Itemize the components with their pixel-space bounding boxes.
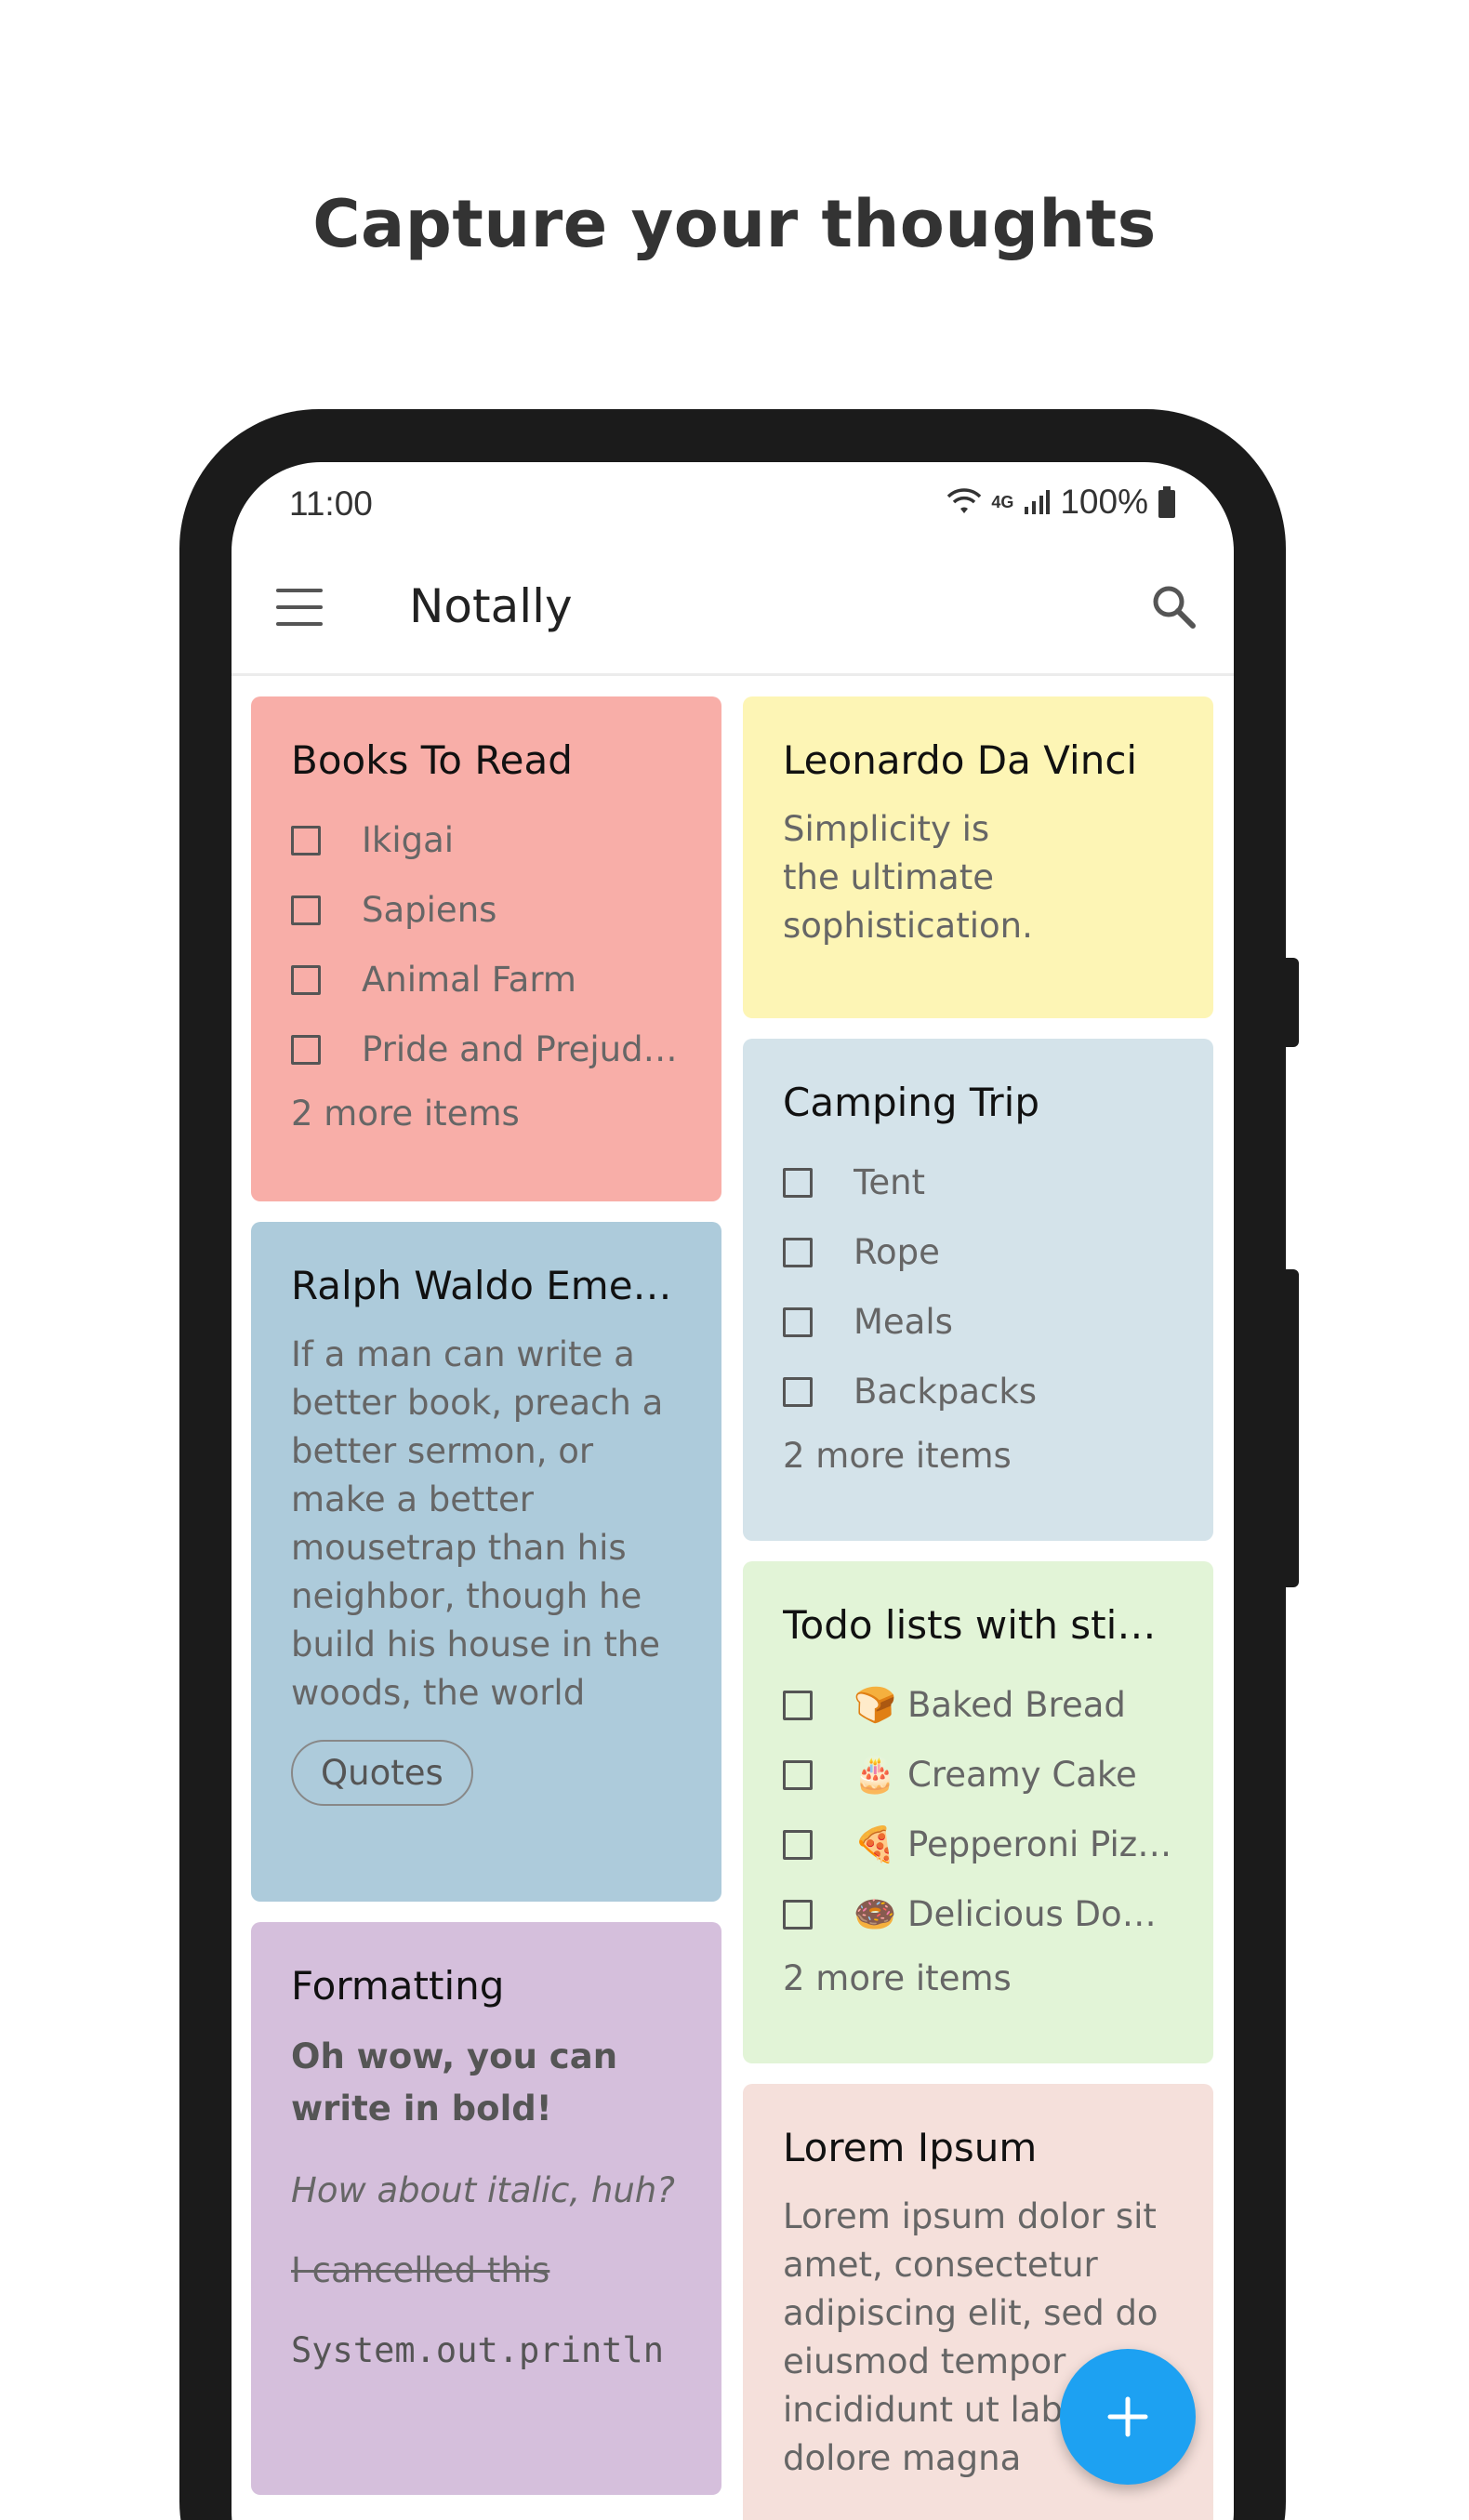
bold-text: Oh wow, you can write in bold!	[291, 2036, 618, 2129]
monospace-text: System.out.println	[291, 2330, 664, 2370]
phone-volume-button	[1286, 1269, 1299, 1587]
note-body: If a man can write a better book, preach…	[291, 1334, 664, 1713]
wifi-icon	[947, 488, 982, 513]
add-note-button[interactable]	[1060, 2349, 1196, 2485]
label-chip: Quotes	[291, 1740, 473, 1806]
signal-icon	[1025, 490, 1051, 514]
network-type: 4G	[991, 493, 1014, 511]
note-title: Books To Read	[291, 737, 573, 783]
promo-headline: Capture your thoughts	[312, 186, 1157, 262]
status-icons: 4G 100%	[946, 483, 1176, 522]
notes-grid: Books To Read Ikigai Sapiens Animal Farm…	[232, 676, 1234, 2520]
pizza-icon: 🍕	[854, 1824, 897, 1864]
strikethrough-text: I cancelled this	[291, 2250, 550, 2290]
checkbox-icon	[783, 1306, 813, 1337]
battery-percent: 100%	[1060, 483, 1148, 521]
battery-icon	[1158, 486, 1175, 518]
note-title: Lorem Ipsum	[783, 2125, 1038, 2170]
checklist-item: Meals	[783, 1287, 1173, 1357]
phone-frame: 11:00 4G 100% Notally Books To Read Ikig…	[179, 409, 1299, 2520]
checkbox-icon	[291, 825, 321, 855]
checklist-item: Rope	[783, 1217, 1173, 1287]
menu-icon[interactable]	[276, 589, 323, 626]
checkbox-icon	[783, 1690, 813, 1720]
note-title: Ralph Waldo Emerson	[291, 1263, 682, 1308]
note-card-todo[interactable]: Todo lists with stickers 🍞Baked Bread 🎂C…	[743, 1561, 1213, 2063]
checklist-item: 🍞 Baked Bread	[783, 1670, 1173, 1740]
checklist-item: Tent	[783, 1147, 1173, 1217]
note-card-camping[interactable]: Camping Trip Tent Rope Meals Backpacks 2…	[743, 1039, 1213, 1541]
app-toolbar: Notally	[232, 546, 1234, 676]
note-card-emerson[interactable]: Ralph Waldo Emerson If a man can write a…	[251, 1222, 721, 1902]
note-card-davinci[interactable]: Leonardo Da Vinci Simplicity is the ulti…	[743, 696, 1213, 1018]
checklist-item: 🍕 Pepperoni Pizza	[783, 1810, 1173, 1879]
checkbox-icon	[291, 1034, 321, 1065]
note-title: Leonardo Da Vinci	[783, 737, 1138, 783]
status-bar: 11:00 4G 100%	[232, 462, 1234, 546]
checkbox-icon	[783, 1829, 813, 1860]
bread-icon: 🍞	[854, 1684, 897, 1725]
checkbox-icon	[783, 1759, 813, 1790]
more-items-count: 2 more items	[783, 1958, 1012, 1998]
note-title: Formatting	[291, 1963, 505, 2009]
cake-icon: 🎂	[854, 1754, 897, 1795]
search-icon[interactable]	[1148, 581, 1200, 633]
checklist-item: Pride and Prejudice	[291, 1015, 682, 1084]
phone-side-button	[1286, 958, 1299, 1047]
checkbox-icon	[783, 1167, 813, 1198]
checklist-item: 🎂 Creamy Cake	[783, 1740, 1173, 1810]
more-items-count: 2 more items	[291, 1094, 520, 1134]
plus-icon	[1107, 2396, 1148, 2437]
checklist-item: Sapiens	[291, 875, 682, 945]
checkbox-icon	[783, 1899, 813, 1930]
checklist-item: Ikigai	[291, 805, 682, 875]
checkbox-icon	[291, 895, 321, 925]
checklist-item: Backpacks	[783, 1357, 1173, 1426]
checkbox-icon	[783, 1376, 813, 1407]
notes-column-right: Leonardo Da Vinci Simplicity is the ulti…	[743, 696, 1213, 2520]
more-items-count: 2 more items	[783, 1436, 1012, 1476]
notes-column-left: Books To Read Ikigai Sapiens Animal Farm…	[251, 696, 721, 2495]
note-body: Simplicity is the ultimate sophisticatio…	[783, 809, 1033, 946]
italic-text: How about italic, huh?	[291, 2170, 675, 2210]
app-title: Notally	[409, 579, 573, 633]
checkbox-icon	[783, 1237, 813, 1267]
donut-icon: 🍩	[854, 1893, 897, 1934]
checkbox-icon	[291, 964, 321, 995]
note-title: Todo lists with stickers	[783, 1602, 1173, 1648]
note-card-books[interactable]: Books To Read Ikigai Sapiens Animal Farm…	[251, 696, 721, 1201]
checklist-item: Animal Farm	[291, 945, 682, 1015]
status-time: 11:00	[289, 484, 373, 523]
phone-screen: 11:00 4G 100% Notally Books To Read Ikig…	[232, 462, 1234, 2520]
note-title: Camping Trip	[783, 1080, 1040, 1125]
note-card-formatting[interactable]: Formatting Oh wow, you can write in bold…	[251, 1922, 721, 2495]
checklist-item: 🍩 Delicious Donuts	[783, 1879, 1173, 1949]
